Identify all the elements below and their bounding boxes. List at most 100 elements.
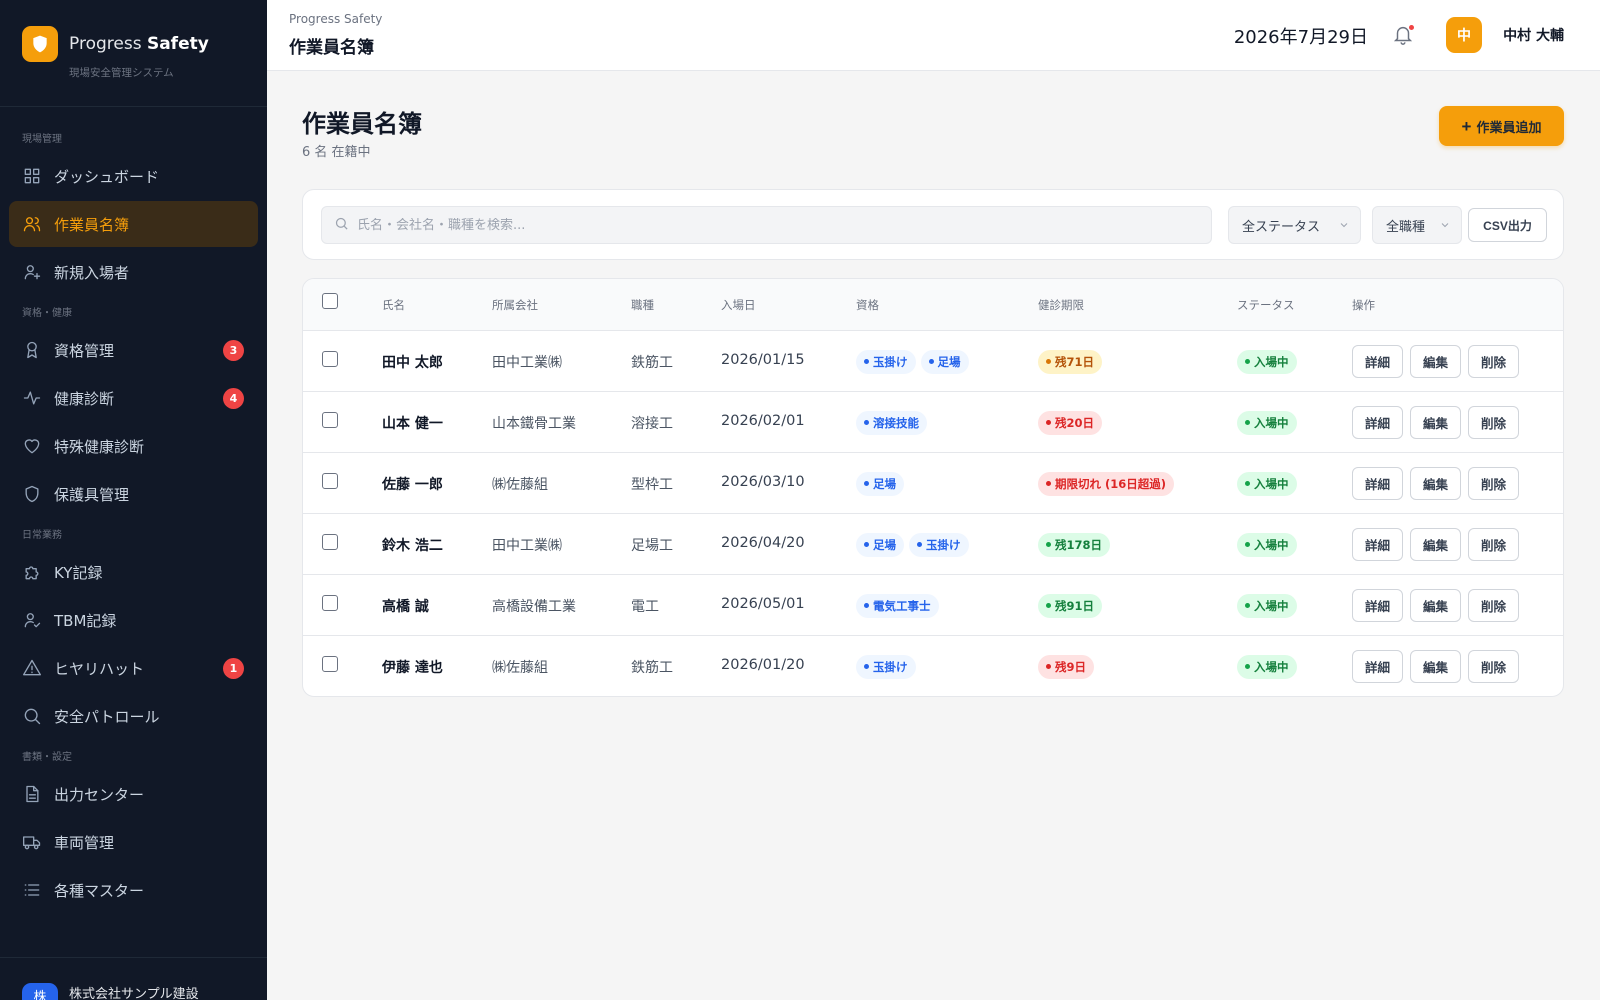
worker-company: 山本鐵骨工業 bbox=[492, 416, 576, 432]
bell-icon[interactable] bbox=[1392, 24, 1414, 46]
sidebar-item[interactable]: 作業員名簿 bbox=[9, 201, 258, 247]
user-check-icon bbox=[22, 610, 42, 630]
qualification-tag-text: 玉掛け bbox=[873, 659, 908, 674]
detail-button[interactable]: 詳細 bbox=[1352, 406, 1403, 439]
worker-company: 高橋設備工業 bbox=[492, 599, 576, 615]
status-dot bbox=[864, 664, 869, 669]
worker-name: 鈴木 浩二 bbox=[382, 538, 443, 554]
edit-button[interactable]: 編集 bbox=[1410, 589, 1461, 622]
job-select[interactable]: 全職種 bbox=[1372, 206, 1462, 244]
row-checkbox[interactable] bbox=[322, 351, 338, 367]
detail-button[interactable]: 詳細 bbox=[1352, 528, 1403, 561]
brand: Progress Safety 現場安全管理システム bbox=[0, 0, 267, 107]
nav-section-title: 現場管理 bbox=[22, 134, 62, 145]
status: 入場中 bbox=[1237, 471, 1302, 496]
status-dot bbox=[1245, 664, 1250, 669]
column-header[interactable]: 氏名 bbox=[382, 297, 405, 313]
sidebar-item[interactable]: 安全パトロール bbox=[9, 693, 258, 739]
search-icon bbox=[334, 216, 349, 235]
qualifications: 足場 bbox=[856, 471, 909, 496]
column-header[interactable]: 入場日 bbox=[721, 297, 756, 313]
detail-button[interactable]: 詳細 bbox=[1352, 345, 1403, 378]
user-avatar[interactable]: 中 bbox=[1446, 17, 1482, 53]
edit-button[interactable]: 編集 bbox=[1410, 528, 1461, 561]
topbar: Progress Safety 作業員名簿 2026年7月29日 中 中村 大輔 bbox=[267, 0, 1600, 71]
worker-job: 電工 bbox=[631, 599, 659, 615]
checkup-badge: 残9日 bbox=[1038, 654, 1095, 679]
worker-table: 氏名 所属会社 職種 入場日 資格 健診期限 ステータス 操作 田中 太郎 田中工… bbox=[302, 278, 1564, 697]
checkup-deadline: 残20日 bbox=[1038, 410, 1107, 435]
checkup-deadline: 残9日 bbox=[1038, 654, 1099, 679]
delete-button[interactable]: 削除 bbox=[1468, 345, 1519, 378]
detail-button[interactable]: 詳細 bbox=[1352, 589, 1403, 622]
sidebar-item[interactable]: 出力センター bbox=[9, 771, 258, 817]
worker-job: 鉄筋工 bbox=[631, 355, 673, 371]
sidebar-item[interactable]: 保護具管理 bbox=[9, 471, 258, 517]
status-dot bbox=[1245, 359, 1250, 364]
delete-button[interactable]: 削除 bbox=[1468, 406, 1519, 439]
search-box[interactable] bbox=[321, 206, 1212, 244]
user-name[interactable]: 中村 大輔 bbox=[1503, 25, 1564, 45]
delete-button[interactable]: 削除 bbox=[1468, 589, 1519, 622]
row-checkbox[interactable] bbox=[322, 595, 338, 611]
detail-button[interactable]: 詳細 bbox=[1352, 650, 1403, 683]
sidebar-item[interactable]: 資格管理 3 bbox=[9, 327, 258, 373]
edit-button[interactable]: 編集 bbox=[1410, 345, 1461, 378]
sidebar-item[interactable]: 車両管理 bbox=[9, 819, 258, 865]
delete-button[interactable]: 削除 bbox=[1468, 650, 1519, 683]
checkup-badge-text: 残9日 bbox=[1055, 659, 1087, 674]
sidebar-item[interactable]: 特殊健康診断 bbox=[9, 423, 258, 469]
sidebar-item[interactable]: KY記録 bbox=[9, 549, 258, 595]
row-checkbox[interactable] bbox=[322, 412, 338, 428]
company-name: 株式会社サンプル建設 bbox=[69, 987, 199, 1000]
row-checkbox[interactable] bbox=[322, 656, 338, 672]
checkup-badge: 残91日 bbox=[1038, 593, 1103, 618]
column-header[interactable]: ステータス bbox=[1237, 297, 1295, 313]
status-dot bbox=[1245, 603, 1250, 608]
edit-button[interactable]: 編集 bbox=[1410, 650, 1461, 683]
sidebar-item[interactable]: 健康診断 4 bbox=[9, 375, 258, 421]
checkup-badge-text: 期限切れ (16日超過) bbox=[1055, 476, 1167, 491]
csv-export-button[interactable]: CSV出力 bbox=[1468, 208, 1547, 242]
edit-button[interactable]: 編集 bbox=[1410, 467, 1461, 500]
row-checkbox[interactable] bbox=[322, 534, 338, 550]
row-checkbox[interactable] bbox=[322, 473, 338, 489]
sidebar-item[interactable]: ダッシュボード bbox=[9, 153, 258, 199]
delete-button[interactable]: 削除 bbox=[1468, 528, 1519, 561]
edit-button[interactable]: 編集 bbox=[1410, 406, 1461, 439]
sidebar-item[interactable]: 新規入場者 bbox=[9, 249, 258, 295]
checkup-deadline: 残91日 bbox=[1038, 593, 1107, 618]
add-worker-button[interactable]: + 作業員追加 bbox=[1439, 106, 1564, 146]
status-badge-text: 入場中 bbox=[1254, 537, 1289, 552]
checkup-badge-text: 残20日 bbox=[1055, 415, 1095, 430]
entry-date: 2026/02/01 bbox=[721, 413, 805, 429]
search-input[interactable] bbox=[357, 217, 1197, 233]
column-header[interactable]: 資格 bbox=[856, 297, 879, 313]
qualifications: 電気工事士 bbox=[856, 593, 944, 618]
status-select[interactable]: 全ステータス bbox=[1228, 206, 1361, 244]
chevron-down-icon bbox=[1439, 219, 1451, 231]
plus-icon: + bbox=[1461, 116, 1472, 136]
select-all-checkbox[interactable] bbox=[322, 293, 338, 309]
checkup-deadline: 期限切れ (16日超過) bbox=[1038, 471, 1179, 496]
column-header: 操作 bbox=[1352, 298, 1375, 312]
detail-button[interactable]: 詳細 bbox=[1352, 467, 1403, 500]
qualification-tag: 玉掛け bbox=[856, 349, 916, 374]
truck-icon bbox=[22, 832, 42, 852]
file-icon bbox=[22, 784, 42, 804]
sidebar-item[interactable]: TBM記録 bbox=[9, 597, 258, 643]
column-header[interactable]: 職種 bbox=[631, 297, 654, 313]
qualification-tag: 足場 bbox=[856, 471, 904, 496]
worker-job: 溶接工 bbox=[631, 416, 673, 432]
sidebar-item-label: 出力センター bbox=[54, 785, 145, 804]
grid-icon bbox=[22, 166, 42, 186]
sidebar-item[interactable]: ヒヤリハット 1 bbox=[9, 645, 258, 691]
shield-icon bbox=[22, 484, 42, 504]
sidebar-item[interactable]: 各種マスター bbox=[9, 867, 258, 913]
activity-icon bbox=[22, 388, 42, 408]
delete-button[interactable]: 削除 bbox=[1468, 467, 1519, 500]
breadcrumb[interactable]: Progress Safety bbox=[289, 12, 382, 26]
shield-logo-icon bbox=[22, 26, 58, 62]
column-header[interactable]: 所属会社 bbox=[492, 297, 538, 313]
column-header[interactable]: 健診期限 bbox=[1038, 297, 1084, 313]
